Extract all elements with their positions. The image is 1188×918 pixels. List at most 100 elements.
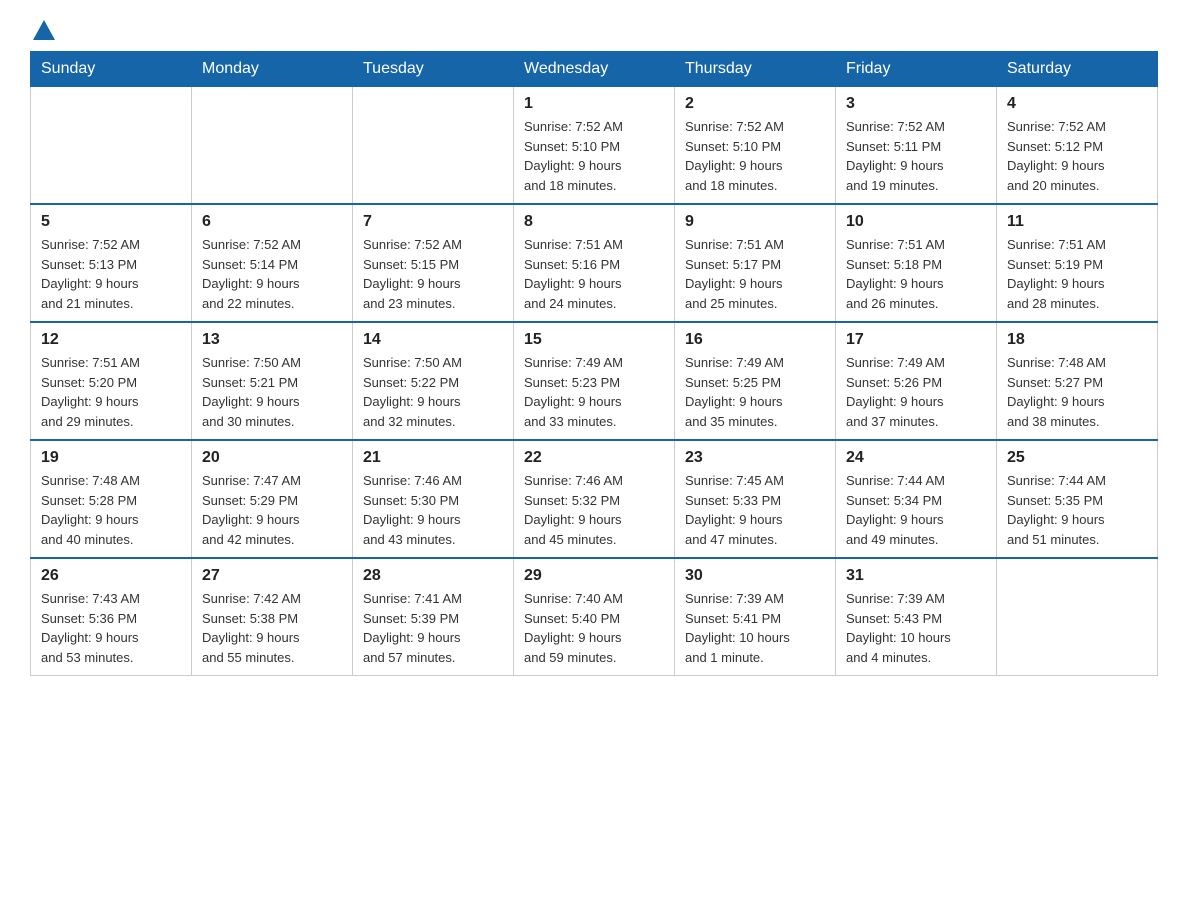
day-info: Sunrise: 7:52 AMSunset: 5:14 PMDaylight:…: [202, 235, 342, 313]
calendar-cell: 15 Sunrise: 7:49 AMSunset: 5:23 PMDayligh…: [514, 322, 675, 440]
day-number: 15: [524, 331, 664, 349]
day-number: 31: [846, 567, 986, 585]
calendar-cell: 18 Sunrise: 7:48 AMSunset: 5:27 PMDayligh…: [997, 322, 1158, 440]
day-info: Sunrise: 7:52 AMSunset: 5:11 PMDaylight:…: [846, 117, 986, 195]
calendar-cell: 21 Sunrise: 7:46 AMSunset: 5:30 PMDayligh…: [353, 440, 514, 558]
calendar-cell: 11 Sunrise: 7:51 AMSunset: 5:19 PMDayligh…: [997, 204, 1158, 322]
day-number: 1: [524, 95, 664, 113]
day-info: Sunrise: 7:51 AMSunset: 5:17 PMDaylight:…: [685, 235, 825, 313]
day-number: 7: [363, 213, 503, 231]
day-number: 21: [363, 449, 503, 467]
day-info: Sunrise: 7:49 AMSunset: 5:26 PMDaylight:…: [846, 353, 986, 431]
day-number: 17: [846, 331, 986, 349]
day-info: Sunrise: 7:52 AMSunset: 5:13 PMDaylight:…: [41, 235, 181, 313]
day-info: Sunrise: 7:44 AMSunset: 5:34 PMDaylight:…: [846, 471, 986, 549]
page-header: [30, 20, 1158, 41]
calendar-cell: 31 Sunrise: 7:39 AMSunset: 5:43 PMDayligh…: [836, 558, 997, 676]
day-info: Sunrise: 7:50 AMSunset: 5:21 PMDaylight:…: [202, 353, 342, 431]
week-row-5: 26 Sunrise: 7:43 AMSunset: 5:36 PMDayligh…: [31, 558, 1158, 676]
calendar-cell: 29 Sunrise: 7:40 AMSunset: 5:40 PMDayligh…: [514, 558, 675, 676]
day-number: 25: [1007, 449, 1147, 467]
calendar-cell: 10 Sunrise: 7:51 AMSunset: 5:18 PMDayligh…: [836, 204, 997, 322]
day-number: 5: [41, 213, 181, 231]
calendar-cell: 23Sunrise: 7:45 AMSunset: 5:33 PMDayligh…: [675, 440, 836, 558]
day-number: 10: [846, 213, 986, 231]
day-number: 9: [685, 213, 825, 231]
calendar-cell: 22 Sunrise: 7:46 AMSunset: 5:32 PMDayligh…: [514, 440, 675, 558]
calendar-table: SundayMondayTuesdayWednesdayThursdayFrid…: [30, 51, 1158, 676]
day-info: Sunrise: 7:47 AMSunset: 5:29 PMDaylight:…: [202, 471, 342, 549]
day-info: Sunrise: 7:48 AMSunset: 5:27 PMDaylight:…: [1007, 353, 1147, 431]
calendar-cell: 6 Sunrise: 7:52 AMSunset: 5:14 PMDaylight…: [192, 204, 353, 322]
day-info: Sunrise: 7:51 AMSunset: 5:19 PMDaylight:…: [1007, 235, 1147, 313]
calendar-cell: 14Sunrise: 7:50 AMSunset: 5:22 PMDayligh…: [353, 322, 514, 440]
day-number: 11: [1007, 213, 1147, 231]
day-info: Sunrise: 7:41 AMSunset: 5:39 PMDaylight:…: [363, 589, 503, 667]
day-number: 2: [685, 95, 825, 113]
day-number: 12: [41, 331, 181, 349]
calendar-cell: 8 Sunrise: 7:51 AMSunset: 5:16 PMDaylight…: [514, 204, 675, 322]
day-info: Sunrise: 7:51 AMSunset: 5:18 PMDaylight:…: [846, 235, 986, 313]
calendar-cell: 1 Sunrise: 7:52 AMSunset: 5:10 PMDaylight…: [514, 87, 675, 205]
week-row-3: 12 Sunrise: 7:51 AMSunset: 5:20 PMDayligh…: [31, 322, 1158, 440]
calendar-cell: 20 Sunrise: 7:47 AMSunset: 5:29 PMDayligh…: [192, 440, 353, 558]
calendar-cell: [997, 558, 1158, 676]
day-number: 3: [846, 95, 986, 113]
calendar-cell: 30 Sunrise: 7:39 AMSunset: 5:41 PMDayligh…: [675, 558, 836, 676]
calendar-cell: 17 Sunrise: 7:49 AMSunset: 5:26 PMDayligh…: [836, 322, 997, 440]
calendar-cell: 27Sunrise: 7:42 AMSunset: 5:38 PMDayligh…: [192, 558, 353, 676]
calendar-cell: 26 Sunrise: 7:43 AMSunset: 5:36 PMDayligh…: [31, 558, 192, 676]
day-number: 28: [363, 567, 503, 585]
day-info: Sunrise: 7:42 AMSunset: 5:38 PMDaylight:…: [202, 589, 342, 667]
calendar-cell: [353, 87, 514, 205]
day-info: Sunrise: 7:39 AMSunset: 5:41 PMDaylight:…: [685, 589, 825, 667]
weekday-header-saturday: Saturday: [997, 52, 1158, 87]
calendar-cell: 9 Sunrise: 7:51 AMSunset: 5:17 PMDaylight…: [675, 204, 836, 322]
week-row-2: 5 Sunrise: 7:52 AMSunset: 5:13 PMDaylight…: [31, 204, 1158, 322]
week-row-1: 1 Sunrise: 7:52 AMSunset: 5:10 PMDaylight…: [31, 87, 1158, 205]
day-info: Sunrise: 7:51 AMSunset: 5:16 PMDaylight:…: [524, 235, 664, 313]
day-number: 30: [685, 567, 825, 585]
day-info: Sunrise: 7:48 AMSunset: 5:28 PMDaylight:…: [41, 471, 181, 549]
calendar-cell: 7Sunrise: 7:52 AMSunset: 5:15 PMDaylight…: [353, 204, 514, 322]
weekday-header-row: SundayMondayTuesdayWednesdayThursdayFrid…: [31, 52, 1158, 87]
weekday-header-monday: Monday: [192, 52, 353, 87]
day-info: Sunrise: 7:45 AMSunset: 5:33 PMDaylight:…: [685, 471, 825, 549]
day-info: Sunrise: 7:44 AMSunset: 5:35 PMDaylight:…: [1007, 471, 1147, 549]
day-number: 24: [846, 449, 986, 467]
logo-triangle-icon: [33, 20, 55, 40]
day-info: Sunrise: 7:52 AMSunset: 5:10 PMDaylight:…: [685, 117, 825, 195]
weekday-header-sunday: Sunday: [31, 52, 192, 87]
day-info: Sunrise: 7:39 AMSunset: 5:43 PMDaylight:…: [846, 589, 986, 667]
day-number: 4: [1007, 95, 1147, 113]
day-number: 22: [524, 449, 664, 467]
day-info: Sunrise: 7:46 AMSunset: 5:32 PMDaylight:…: [524, 471, 664, 549]
day-number: 6: [202, 213, 342, 231]
day-number: 26: [41, 567, 181, 585]
calendar-cell: 25 Sunrise: 7:44 AMSunset: 5:35 PMDayligh…: [997, 440, 1158, 558]
day-number: 16: [685, 331, 825, 349]
day-info: Sunrise: 7:51 AMSunset: 5:20 PMDaylight:…: [41, 353, 181, 431]
day-number: 18: [1007, 331, 1147, 349]
day-info: Sunrise: 7:46 AMSunset: 5:30 PMDaylight:…: [363, 471, 503, 549]
day-info: Sunrise: 7:52 AMSunset: 5:12 PMDaylight:…: [1007, 117, 1147, 195]
day-number: 20: [202, 449, 342, 467]
calendar-cell: 2 Sunrise: 7:52 AMSunset: 5:10 PMDaylight…: [675, 87, 836, 205]
logo: [30, 20, 55, 41]
calendar-cell: 5 Sunrise: 7:52 AMSunset: 5:13 PMDaylight…: [31, 204, 192, 322]
calendar-cell: 24 Sunrise: 7:44 AMSunset: 5:34 PMDayligh…: [836, 440, 997, 558]
day-info: Sunrise: 7:50 AMSunset: 5:22 PMDaylight:…: [363, 353, 503, 431]
weekday-header-thursday: Thursday: [675, 52, 836, 87]
weekday-header-friday: Friday: [836, 52, 997, 87]
calendar-cell: 19Sunrise: 7:48 AMSunset: 5:28 PMDayligh…: [31, 440, 192, 558]
day-info: Sunrise: 7:49 AMSunset: 5:23 PMDaylight:…: [524, 353, 664, 431]
day-number: 8: [524, 213, 664, 231]
weekday-header-wednesday: Wednesday: [514, 52, 675, 87]
calendar-cell: 4 Sunrise: 7:52 AMSunset: 5:12 PMDaylight…: [997, 87, 1158, 205]
day-number: 29: [524, 567, 664, 585]
day-info: Sunrise: 7:52 AMSunset: 5:10 PMDaylight:…: [524, 117, 664, 195]
day-info: Sunrise: 7:43 AMSunset: 5:36 PMDaylight:…: [41, 589, 181, 667]
day-info: Sunrise: 7:40 AMSunset: 5:40 PMDaylight:…: [524, 589, 664, 667]
calendar-cell: 13Sunrise: 7:50 AMSunset: 5:21 PMDayligh…: [192, 322, 353, 440]
day-info: Sunrise: 7:49 AMSunset: 5:25 PMDaylight:…: [685, 353, 825, 431]
